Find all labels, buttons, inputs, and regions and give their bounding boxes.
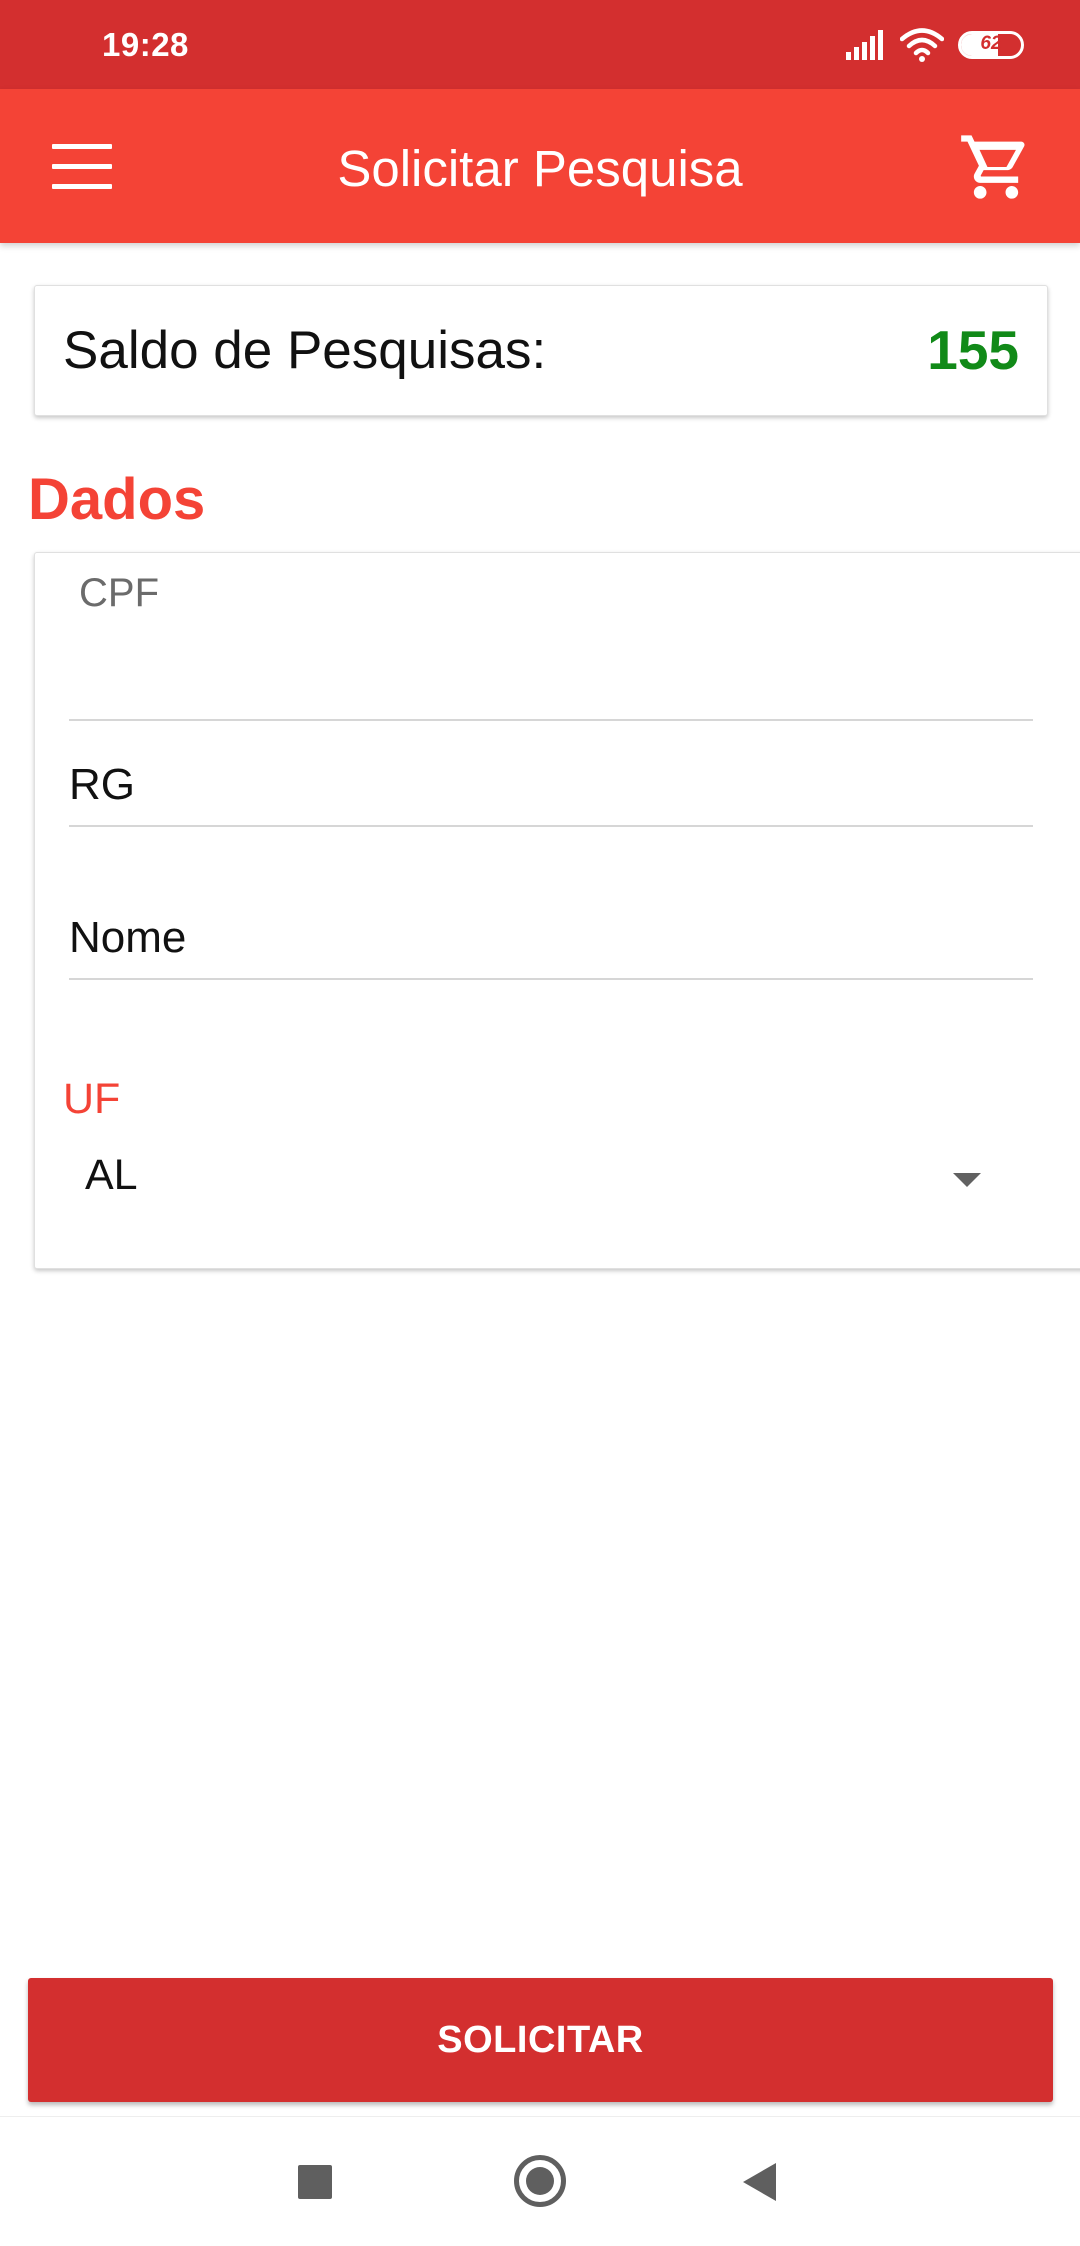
status-time: 19:28	[102, 26, 189, 63]
status-bar: 19:28 62	[0, 0, 1080, 89]
back-icon[interactable]	[743, 2163, 776, 2201]
balance-value: 155	[927, 319, 1019, 381]
balance-card: Saldo de Pesquisas: 155	[34, 285, 1048, 416]
battery-percent: 62	[980, 33, 1002, 54]
form-card: CPF UF AL	[34, 552, 1080, 1269]
balance-label: Saldo de Pesquisas:	[63, 321, 547, 380]
recent-apps-icon[interactable]	[298, 2165, 332, 2199]
wifi-icon	[900, 28, 944, 62]
section-title: Dados	[28, 467, 206, 532]
uf-label: UF	[63, 1075, 121, 1123]
cpf-input[interactable]	[69, 649, 1033, 719]
nome-field[interactable]	[69, 896, 1033, 980]
battery-icon: 62	[958, 31, 1024, 59]
home-icon[interactable]	[514, 2155, 566, 2207]
solicitar-button[interactable]: SOLICITAR	[28, 1978, 1053, 2102]
uf-select[interactable]: AL	[69, 1143, 1033, 1223]
rg-input[interactable]	[69, 755, 1033, 825]
cart-icon[interactable]	[958, 129, 1034, 205]
uf-selected-value: AL	[85, 1151, 138, 1199]
app-bar: Solicitar Pesquisa	[0, 89, 1080, 243]
signal-icon	[846, 30, 883, 60]
page-title: Solicitar Pesquisa	[337, 140, 743, 197]
nome-input[interactable]	[69, 908, 1033, 978]
rg-field[interactable]	[69, 743, 1033, 827]
cpf-field[interactable]	[69, 613, 1033, 721]
status-icons: 62	[844, 28, 1024, 62]
system-nav-bar	[0, 2116, 1080, 2246]
dropdown-arrow-icon	[953, 1173, 981, 1187]
cpf-label: CPF	[79, 571, 159, 615]
